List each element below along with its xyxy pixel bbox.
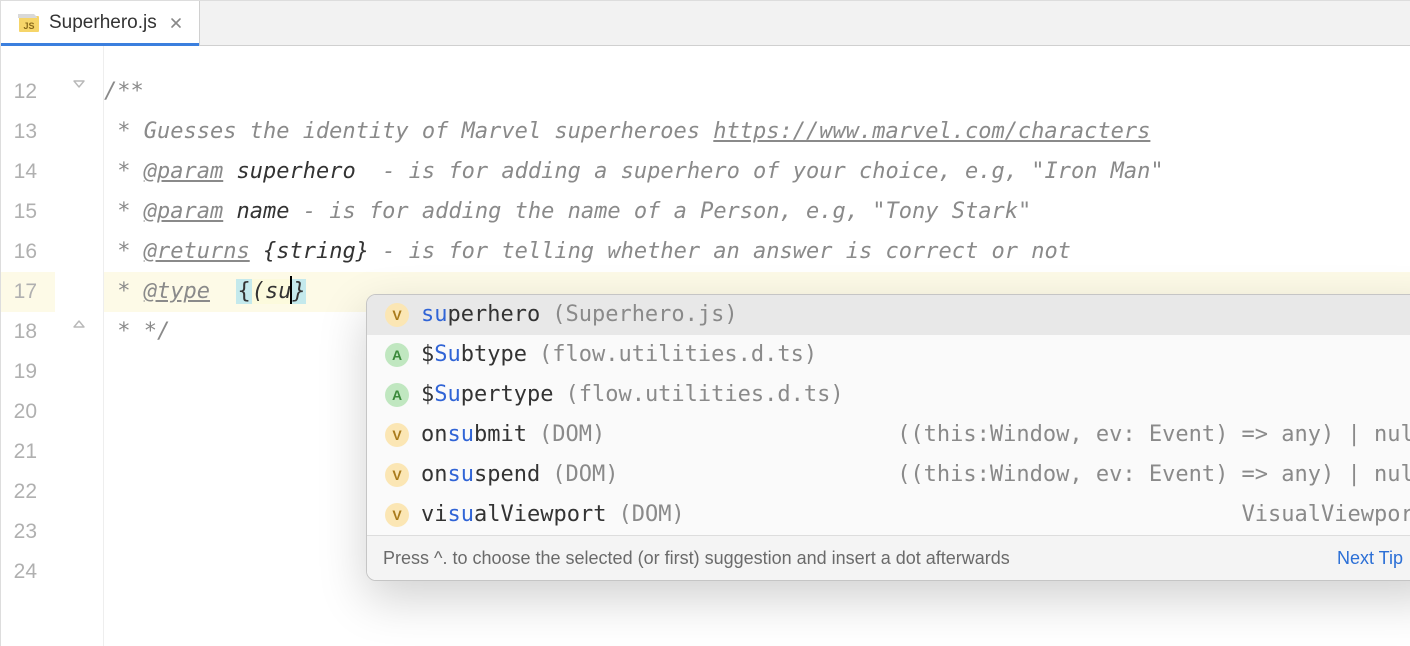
variable-badge-icon: V [385, 303, 409, 327]
line-number: 13 [1, 112, 55, 152]
brace-highlight: { [236, 279, 251, 304]
code-line: * @returns {string} - is for telling whe… [104, 232, 1410, 272]
line-number-gutter: 12 13 14 15 16 17 18 19 20 21 22 23 24 [1, 46, 55, 646]
line-number: 20 [1, 392, 55, 432]
tab-title: Superhero.js [49, 12, 157, 34]
svg-text:JS: JS [23, 21, 34, 31]
code-area[interactable]: /** * Guesses the identity of Marvel sup… [104, 46, 1410, 646]
line-number: 15 [1, 192, 55, 232]
line-number: 16 [1, 232, 55, 272]
line-number: 14 [1, 152, 55, 192]
code-line: * @param name - is for adding the name o… [104, 192, 1410, 232]
code-line: /** [104, 72, 1410, 112]
ide-window: JS Superhero.js 12 13 14 15 16 17 18 19 … [0, 0, 1410, 646]
fold-toggle-close-icon[interactable] [69, 314, 89, 334]
alias-badge-icon: A [385, 343, 409, 367]
text-caret [290, 276, 292, 304]
code-line: * @param superhero - is for adding a sup… [104, 152, 1410, 192]
line-number: 22 [1, 472, 55, 512]
file-tab-superhero[interactable]: JS Superhero.js [1, 1, 200, 45]
next-tip-link[interactable]: Next Tip [1337, 538, 1403, 578]
line-number: 12 [1, 72, 55, 112]
line-number: 23 [1, 512, 55, 552]
variable-badge-icon: V [385, 463, 409, 487]
alias-badge-icon: A [385, 383, 409, 407]
autocomplete-item[interactable]: A $Supertype (flow.utilities.d.ts) [367, 375, 1410, 415]
line-number: 18 [1, 312, 55, 352]
fold-toggle-open-icon[interactable] [69, 74, 89, 94]
editor: 12 13 14 15 16 17 18 19 20 21 22 23 24 /… [1, 46, 1410, 646]
js-file-icon: JS [13, 12, 41, 34]
variable-badge-icon: V [385, 423, 409, 447]
close-icon[interactable] [169, 16, 183, 30]
doc-url[interactable]: https://www.marvel.com/characters [713, 119, 1150, 144]
autocomplete-item[interactable]: V onsubmit (DOM) ((this:Window, ev: Even… [367, 415, 1410, 455]
line-number: 17 [1, 272, 55, 312]
line-number: 24 [1, 552, 55, 592]
autocomplete-popup: V superhero (Superhero.js) A $Subtype (f… [366, 294, 1410, 581]
code-line: * Guesses the identity of Marvel superhe… [104, 112, 1410, 152]
autocomplete-item[interactable]: V superhero (Superhero.js) [367, 295, 1410, 335]
variable-badge-icon: V [385, 503, 409, 527]
brace-highlight: } [292, 279, 305, 304]
line-number: 19 [1, 352, 55, 392]
autocomplete-item[interactable]: A $Subtype (flow.utilities.d.ts) [367, 335, 1410, 375]
autocomplete-item[interactable]: V visualViewport (DOM) VisualViewport [367, 495, 1410, 535]
autocomplete-footer: Press ^. to choose the selected (or firs… [367, 535, 1410, 580]
footer-hint: Press ^. to choose the selected (or firs… [383, 538, 1010, 578]
tab-bar: JS Superhero.js [1, 1, 1410, 46]
autocomplete-item[interactable]: V onsuspend (DOM) ((this:Window, ev: Eve… [367, 455, 1410, 495]
fold-gutter [55, 46, 104, 646]
line-number: 21 [1, 432, 55, 472]
